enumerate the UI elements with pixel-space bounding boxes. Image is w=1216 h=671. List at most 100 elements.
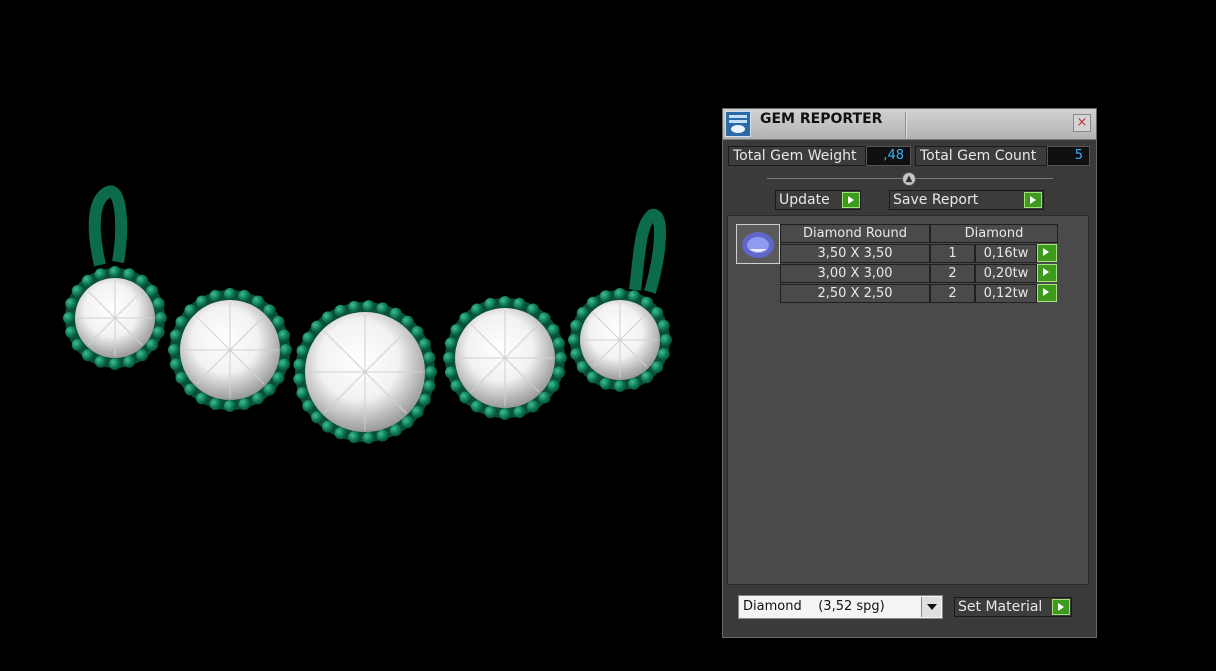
halo-bead	[123, 268, 136, 281]
halo-bead	[425, 366, 437, 378]
halo-bead	[527, 400, 539, 413]
halo-bead	[296, 344, 309, 357]
halo-bead	[576, 306, 589, 319]
halo-bead	[238, 289, 251, 302]
play-arrow-icon[interactable]	[1037, 284, 1057, 302]
halo-bead	[418, 338, 431, 351]
halo-bead	[411, 405, 424, 418]
total-gem-count-text: Total Gem Count	[920, 148, 1037, 164]
material-select-value: Diamond (3,52 spg)	[743, 599, 885, 614]
table-row-size: 3,00 X 3,00	[780, 264, 930, 283]
total-gem-weight-value: ,48	[866, 146, 911, 166]
halo-bead	[376, 429, 389, 442]
halo-bead	[169, 358, 182, 371]
halo-bead	[586, 296, 599, 309]
halo-bead	[252, 392, 264, 405]
panel-title: GEM REPORTER	[760, 111, 883, 127]
halo-bead	[657, 319, 670, 332]
gem-reporter-panel: GEM REPORTER × Total Gem Weight ,48 Tota…	[722, 108, 1097, 638]
halo-bead	[423, 380, 436, 393]
halo-bead	[94, 268, 107, 281]
halo-bead	[334, 304, 347, 317]
row-select-button[interactable]	[1037, 264, 1057, 282]
panel-titlebar[interactable]: GEM REPORTER ×	[723, 109, 1096, 140]
halo-bead	[459, 391, 472, 404]
halo-bead	[513, 297, 526, 310]
halo-bead	[311, 411, 324, 424]
halo-bead	[94, 355, 107, 368]
set-material-button-label: Set Material	[958, 599, 1043, 615]
pendant-render	[63, 185, 672, 444]
gem-report-list: Diamond Round Diamond 3,50 X 3,50 1 0,16…	[727, 215, 1089, 585]
dropdown-arrow-icon[interactable]	[921, 597, 941, 617]
round-gem-icon[interactable]	[736, 224, 780, 264]
halo-bead	[450, 324, 463, 336]
halo-bead	[362, 300, 375, 313]
halo-bead	[71, 284, 84, 297]
halo-bead	[224, 288, 236, 300]
halo-bead	[553, 366, 566, 379]
collapse-knob-icon[interactable]: ▲	[902, 172, 916, 186]
play-arrow-icon[interactable]	[1037, 244, 1057, 262]
halo-bead	[175, 316, 188, 328]
halo-bead	[252, 295, 264, 308]
gem-halo-group	[63, 266, 672, 444]
play-arrow-icon[interactable]	[842, 192, 860, 208]
halo-bead	[651, 306, 664, 319]
halo-bead	[109, 266, 121, 278]
left-bail	[88, 185, 128, 267]
update-button-label: Update	[779, 192, 830, 208]
halo-bead	[628, 290, 641, 303]
halo-bead	[411, 326, 424, 339]
update-button[interactable]: Update	[775, 190, 861, 210]
halo-bead	[184, 304, 197, 317]
play-arrow-icon[interactable]	[1037, 264, 1057, 282]
halo-bead	[459, 312, 472, 325]
halo-bead	[484, 297, 497, 310]
halo-bead	[334, 427, 347, 440]
halo-bead	[660, 334, 672, 346]
halo-bead	[81, 274, 94, 287]
halo-bead	[109, 358, 121, 370]
halo-bead	[553, 337, 566, 350]
halo-bead	[321, 420, 334, 433]
table-row-count: 2	[930, 264, 975, 283]
halo-bead	[146, 284, 159, 297]
halo-bead	[278, 329, 291, 342]
table-header-material: Diamond	[930, 224, 1058, 243]
row-select-button[interactable]	[1037, 244, 1057, 262]
halo-bead	[196, 295, 208, 308]
table-row-size: 2,50 X 2,50	[780, 284, 930, 303]
gem-halo	[168, 288, 292, 412]
halo-bead	[568, 334, 580, 346]
halo-bead	[513, 406, 526, 419]
halo-bead	[538, 391, 551, 404]
halo-bead	[155, 312, 167, 324]
halo-bead	[293, 358, 306, 371]
titlebar-divider	[905, 112, 907, 138]
halo-bead	[389, 424, 402, 437]
total-gem-weight-text: Total Gem Weight	[733, 148, 857, 164]
halo-bead	[296, 387, 309, 400]
halo-bead	[423, 351, 436, 364]
play-arrow-icon[interactable]	[1052, 599, 1070, 615]
gem-reporter-app-icon	[725, 111, 751, 137]
halo-bead	[570, 319, 583, 332]
halo-bead	[136, 349, 149, 362]
row-select-button[interactable]	[1037, 284, 1057, 302]
halo-bead	[175, 372, 188, 384]
material-select[interactable]: Diamond (3,52 spg)	[738, 595, 943, 619]
halo-bead	[272, 316, 285, 328]
close-icon[interactable]: ×	[1073, 114, 1091, 132]
set-material-button[interactable]: Set Material	[954, 597, 1072, 617]
halo-bead	[576, 361, 589, 374]
play-arrow-icon[interactable]	[1024, 192, 1042, 208]
halo-bead	[238, 398, 251, 411]
3d-viewport[interactable]	[0, 0, 715, 671]
save-report-button[interactable]: Save Report	[889, 190, 1044, 210]
halo-bead	[169, 329, 182, 342]
halo-bead	[586, 371, 599, 384]
gem-halo	[568, 288, 672, 392]
halo-bead	[527, 303, 539, 316]
halo-bead	[184, 383, 197, 396]
